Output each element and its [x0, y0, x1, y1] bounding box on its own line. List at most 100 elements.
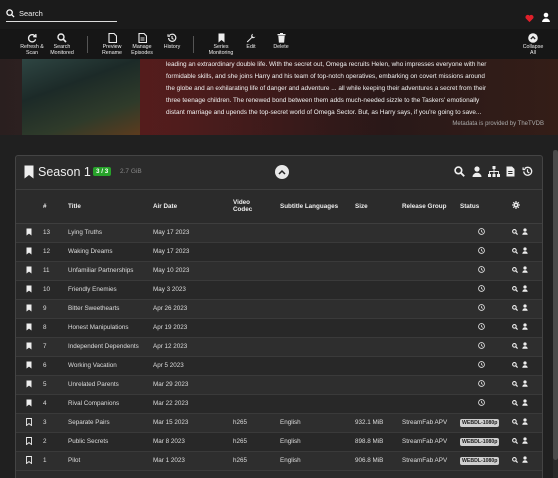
episode-title-link[interactable]: Unrelated Parents	[68, 375, 153, 395]
delete-button[interactable]: Delete	[270, 32, 292, 58]
search-icon[interactable]	[512, 361, 519, 370]
bookmark-icon[interactable]	[26, 266, 32, 276]
page-scrollbar[interactable]	[553, 150, 558, 478]
episode-title-link[interactable]: Lying Truths	[68, 223, 153, 243]
monitored-toggle[interactable]	[16, 299, 36, 319]
monitored-toggle[interactable]	[16, 337, 36, 357]
edit-button[interactable]: Edit	[240, 32, 262, 58]
episode-title-link[interactable]: Friendly Enemies	[68, 280, 153, 300]
bookmark-icon[interactable]	[24, 165, 34, 179]
bookmark-icon[interactable]	[26, 436, 32, 447]
season-header[interactable]: Season 1 3 / 3 2.7 GiB	[16, 156, 542, 190]
user-icon[interactable]	[470, 165, 483, 178]
column-header-title[interactable]: Title	[68, 190, 153, 224]
user-icon[interactable]	[522, 342, 528, 351]
history-button[interactable]: History	[158, 32, 186, 58]
bookmark-icon[interactable]	[26, 228, 32, 238]
episode-title-link[interactable]: Waking Dreams	[68, 242, 153, 262]
episode-title-link[interactable]: Bitter Sweethearts	[68, 299, 153, 319]
user-icon[interactable]	[522, 418, 528, 427]
user-icon[interactable]	[522, 247, 528, 256]
bookmark-icon[interactable]	[26, 380, 32, 390]
episode-title-link[interactable]: Honest Manipulations	[68, 318, 153, 338]
episode-size	[355, 375, 402, 395]
search-icon[interactable]	[512, 399, 519, 408]
column-header-air-date[interactable]: Air Date	[153, 190, 233, 224]
column-header-status[interactable]: Status	[460, 190, 512, 224]
monitored-toggle[interactable]	[16, 451, 36, 471]
preview-rename-button[interactable]: Preview Rename	[97, 32, 127, 58]
episode-title-link[interactable]: Rival Companions	[68, 394, 153, 414]
episode-title-link[interactable]: Unfamiliar Partnerships	[68, 261, 153, 281]
search-icon[interactable]	[512, 456, 519, 465]
search-icon[interactable]	[512, 323, 519, 332]
search-input[interactable]	[19, 9, 114, 18]
column-header-size[interactable]: Size	[355, 190, 402, 224]
bookmark-icon[interactable]	[26, 417, 32, 428]
user-icon[interactable]	[522, 304, 528, 313]
refresh-scan-button[interactable]: Refresh & Scan	[17, 32, 47, 58]
monitored-toggle[interactable]	[16, 356, 36, 376]
episode-title-link[interactable]: Pilot	[68, 451, 153, 471]
search-icon[interactable]	[512, 437, 519, 446]
bookmark-icon[interactable]	[26, 285, 32, 295]
search-icon[interactable]	[512, 380, 519, 389]
monitored-toggle[interactable]	[16, 432, 36, 452]
search-icon[interactable]	[453, 165, 466, 178]
user-icon[interactable]	[522, 228, 528, 237]
search-icon[interactable]	[512, 285, 519, 294]
user-icon[interactable]	[522, 456, 528, 465]
bookmark-icon[interactable]	[26, 361, 32, 371]
bookmark-icon[interactable]	[26, 399, 32, 409]
episode-title-link[interactable]: Public Secrets	[68, 432, 153, 452]
search-icon[interactable]	[512, 342, 519, 351]
manage-episodes-button[interactable]: Manage Episodes	[126, 32, 158, 58]
bookmark-icon[interactable]	[26, 247, 32, 257]
column-options[interactable]	[512, 190, 542, 224]
search-icon[interactable]	[512, 266, 519, 275]
bookmark-icon[interactable]	[26, 342, 32, 352]
gear-icon[interactable]	[512, 201, 520, 211]
episode-title-link[interactable]: Working Vacation	[68, 356, 153, 376]
episode-title-link[interactable]: Separate Pairs	[68, 413, 153, 433]
monitored-toggle[interactable]	[16, 394, 36, 414]
search-box[interactable]	[6, 6, 117, 22]
user-icon[interactable]	[522, 266, 528, 275]
monitored-toggle[interactable]	[16, 261, 36, 281]
monitored-toggle[interactable]	[16, 280, 36, 300]
search-icon[interactable]	[512, 228, 519, 237]
monitored-toggle[interactable]	[16, 223, 36, 243]
bookmark-icon[interactable]	[26, 304, 32, 314]
user-icon[interactable]	[522, 361, 528, 370]
user-menu-icon[interactable]	[541, 9, 551, 22]
monitored-toggle[interactable]	[16, 242, 36, 262]
column-header-release-group[interactable]: Release Group	[402, 190, 460, 224]
bookmark-icon[interactable]	[26, 323, 32, 333]
search-icon[interactable]	[512, 304, 519, 313]
sitemap-icon[interactable]	[487, 165, 500, 178]
column-header-subtitle-languages[interactable]: Subtitle Languages	[280, 190, 355, 224]
collapse-all-button[interactable]: Collapse All	[518, 32, 548, 58]
episode-title-link[interactable]: Independent Dependents	[68, 337, 153, 357]
series-monitoring-button[interactable]: Series Monitoring	[204, 32, 238, 58]
scrollbar-thumb[interactable]	[553, 150, 558, 460]
monitored-toggle[interactable]	[16, 318, 36, 338]
search-icon[interactable]	[512, 247, 519, 256]
search-icon[interactable]	[512, 418, 519, 427]
monitored-toggle[interactable]	[16, 413, 36, 433]
bookmark-icon[interactable]	[26, 455, 32, 466]
column-header-number[interactable]: #	[36, 190, 68, 224]
user-icon[interactable]	[522, 380, 528, 389]
user-icon[interactable]	[522, 437, 528, 446]
user-icon[interactable]	[522, 399, 528, 408]
search-monitored-button[interactable]: Search Monitored	[47, 32, 77, 58]
file-list-icon[interactable]	[504, 165, 517, 178]
heart-icon[interactable]	[525, 10, 534, 23]
chevron-up-circle-icon[interactable]	[275, 165, 289, 179]
user-icon[interactable]	[522, 323, 528, 332]
column-header-video-codec[interactable]: Video Codec	[233, 190, 280, 224]
monitored-toggle[interactable]	[16, 375, 36, 395]
user-icon[interactable]	[522, 285, 528, 294]
search-icon	[57, 32, 67, 43]
history-icon[interactable]	[521, 165, 534, 178]
